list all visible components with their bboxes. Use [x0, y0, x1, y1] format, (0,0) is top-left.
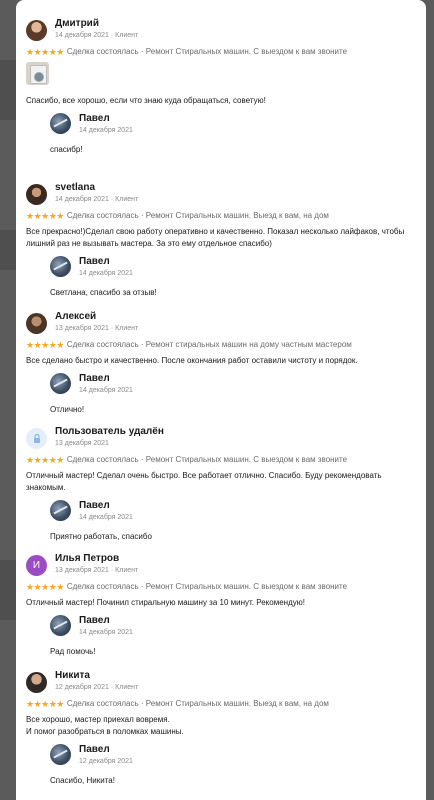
reviewer-name: Илья Петров [55, 553, 120, 564]
avatar [50, 113, 71, 134]
washing-machine-icon [30, 65, 47, 84]
rating-stars-icon: ★★★★★ [26, 455, 64, 465]
avatar: И [26, 555, 47, 576]
deal-info: Сделка состоялась · Ремонт Стиральных ма… [66, 699, 329, 708]
owner-reply: Павел 14 декабря 2021 Приятно работать, … [50, 500, 414, 543]
review-text-line: И помог разобраться в поломках машины. [26, 727, 184, 736]
review-text: Все прекрасно!)Сделал свою работу операт… [26, 227, 405, 248]
review-text-line: Все хорошо, мастер приехал вовремя. [26, 715, 170, 724]
avatar [50, 373, 71, 394]
review-item: Никита 12 декабря 2021 · Клиент ★★★★★ Сд… [16, 670, 426, 787]
deal-info: Сделка состоялась · Ремонт стиральных ма… [66, 340, 352, 349]
avatar [26, 672, 47, 693]
reply-date: 14 декабря 2021 [79, 514, 133, 521]
avatar [50, 500, 71, 521]
reply-text: Светлана, спасибо за отзыв! [50, 288, 157, 297]
reply-author: Павел [79, 256, 110, 267]
reply-author: Павел [79, 615, 110, 626]
review-date: 14 декабря 2021 · Клиент [55, 196, 139, 203]
review-text: Отличный мастер! Сделал очень быстро. Вс… [26, 471, 382, 492]
reply-date: 14 декабря 2021 [79, 127, 133, 134]
owner-reply: Павел 12 декабря 2021 Спасибо, Никита! [50, 744, 414, 787]
reviewer-name: Алексей [55, 311, 97, 322]
reply-author: Павел [79, 113, 110, 124]
review-item: Дмитрий 14 декабря 2021 · Клиент ★★★★★ С… [16, 18, 426, 156]
review-text: Спасибо, все хорошо, если что знаю куда … [26, 96, 266, 105]
reviewer-name: Пользователь удалён [55, 426, 164, 437]
deal-info: Сделка состоялась · Ремонт Стиральных ма… [66, 211, 329, 220]
deal-info: Сделка состоялась · Ремонт Стиральных ма… [66, 582, 348, 591]
reply-text: Отлично! [50, 405, 85, 414]
avatar-letter: И [32, 560, 41, 571]
rating-stars-icon: ★★★★★ [26, 340, 64, 350]
reply-text: Приятно работать, спасибо [50, 532, 152, 541]
reply-text: Спасибо, Никита! [50, 776, 115, 785]
review-item: Пользователь удалён 13 декабря 2021 ★★★★… [16, 426, 426, 543]
review-text: Отличный мастер! Починил стиральную маши… [26, 598, 305, 607]
reviewer-name: svetlana [55, 182, 96, 193]
deal-info: Сделка состоялась · Ремонт Стиральных ма… [66, 47, 348, 56]
reviewer-name: Никита [55, 670, 90, 681]
avatar [26, 184, 47, 205]
reply-date: 14 декабря 2021 [79, 629, 133, 636]
reviewer-name: Дмитрий [55, 18, 99, 29]
review-date: 12 декабря 2021 · Клиент [55, 684, 139, 691]
review-photo[interactable] [26, 62, 49, 85]
reply-author: Павел [79, 744, 110, 755]
reviews-modal: Дмитрий 14 декабря 2021 · Клиент ★★★★★ С… [16, 0, 426, 800]
deal-info: Сделка состоялась · Ремонт Стиральных ма… [66, 455, 348, 464]
owner-reply: Павел 14 декабря 2021 Отлично! [50, 373, 414, 416]
rating-stars-icon: ★★★★★ [26, 47, 64, 57]
owner-reply: Павел 14 декабря 2021 Рад помочь! [50, 615, 414, 658]
review-item: svetlana 14 декабря 2021 · Клиент ★★★★★ … [16, 182, 426, 299]
review-date: 13 декабря 2021 · Клиент [55, 325, 139, 332]
review-text: Все сделано быстро и качественно. После … [26, 356, 358, 365]
deleted-user-icon [26, 428, 47, 449]
avatar [26, 20, 47, 41]
owner-reply: Павел 14 декабря 2021 спасибр! [50, 113, 414, 156]
reply-text: спасибр! [50, 145, 83, 154]
rating-stars-icon: ★★★★★ [26, 211, 64, 221]
reply-date: 14 декабря 2021 [79, 387, 133, 394]
avatar [50, 744, 71, 765]
review-text: Все хорошо, мастер приехал вовремя. И по… [26, 714, 414, 738]
reply-text: Рад помочь! [50, 647, 96, 656]
reply-author: Павел [79, 373, 110, 384]
avatar [26, 313, 47, 334]
review-date: 13 декабря 2021 [55, 440, 109, 447]
rating-stars-icon: ★★★★★ [26, 699, 64, 709]
review-item: Алексей 13 декабря 2021 · Клиент ★★★★★ С… [16, 311, 426, 416]
rating-stars-icon: ★★★★★ [26, 582, 64, 592]
review-date: 14 декабря 2021 · Клиент [55, 32, 139, 39]
reply-date: 14 декабря 2021 [79, 270, 133, 277]
avatar [50, 256, 71, 277]
reply-date: 12 декабря 2021 [79, 758, 133, 765]
avatar [50, 615, 71, 636]
reply-author: Павел [79, 500, 110, 511]
owner-reply: Павел 14 декабря 2021 Светлана, спасибо … [50, 256, 414, 299]
review-date: 13 декабря 2021 · Клиент [55, 567, 139, 574]
review-item: И Илья Петров 13 декабря 2021 · Клиент ★… [16, 553, 426, 658]
